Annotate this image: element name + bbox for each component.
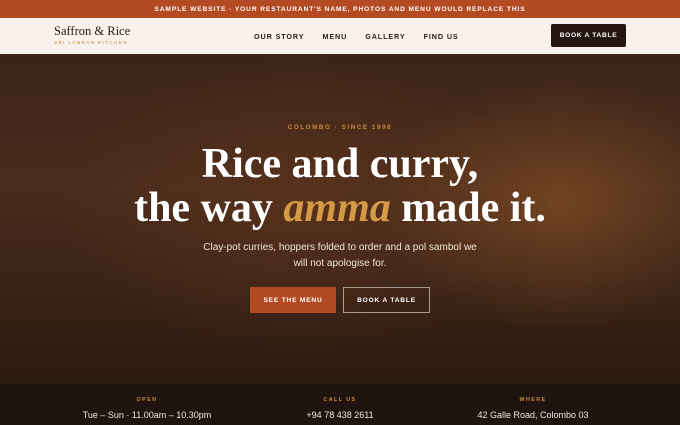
nav-link-our-story[interactable]: OUR STORY — [254, 32, 304, 41]
hero-headline: Rice and curry, the way amma made it. — [0, 142, 680, 230]
info-hours-label: OPEN — [136, 397, 158, 403]
hero-eyebrow: COLOMBO · SINCE 1998 — [287, 124, 393, 131]
hero-subtext: Clay-pot curries, hoppers folded to orde… — [203, 242, 477, 269]
see-the-menu-button[interactable]: SEE THE MENU — [250, 287, 336, 313]
nav-link-find-us[interactable]: FIND US — [424, 32, 459, 41]
headline-line-1: Rice and curry, — [201, 141, 479, 187]
nav-links: OUR STORY MENU GALLERY FIND US — [254, 18, 477, 54]
info-address-label: WHERE — [519, 397, 547, 403]
info-address-value[interactable]: 42 Galle Road, Colombo 03 — [433, 410, 633, 420]
hero-book-table-button[interactable]: BOOK A TABLE — [343, 287, 430, 313]
info-phone-value[interactable]: +94 78 438 2611 — [240, 410, 440, 420]
brand-logo[interactable]: Saffron & Rice SRI LANKAN KITCHEN — [54, 24, 131, 46]
nav-link-gallery[interactable]: GALLERY — [365, 32, 405, 41]
info-bar: OPEN Tue – Sun · 11.00am – 10.30pm CALL … — [0, 383, 680, 425]
banner-text: SAMPLE WEBSITE · YOUR RESTAURANT'S NAME,… — [154, 5, 526, 13]
nav-link-menu[interactable]: MENU — [322, 32, 347, 41]
headline-line-2-start: the way — [134, 185, 284, 231]
brand-name: Saffron & Rice — [54, 24, 131, 38]
headline-accent-word: amma — [283, 185, 391, 231]
sample-site-banner: SAMPLE WEBSITE · YOUR RESTAURANT'S NAME,… — [0, 0, 680, 18]
info-hours-value: Tue – Sun · 11.00am – 10.30pm — [82, 410, 212, 420]
brand-tagline: SRI LANKAN KITCHEN — [54, 40, 128, 45]
hero-section: COLOMBO · SINCE 1998 Rice and curry, the… — [0, 54, 680, 383]
top-navigation: Saffron & Rice SRI LANKAN KITCHEN OUR ST… — [0, 18, 680, 54]
nav-book-table-button[interactable]: BOOK A TABLE — [551, 24, 626, 47]
info-phone-label: CALL US — [323, 397, 357, 403]
headline-line-2-end: made it. — [390, 185, 546, 231]
